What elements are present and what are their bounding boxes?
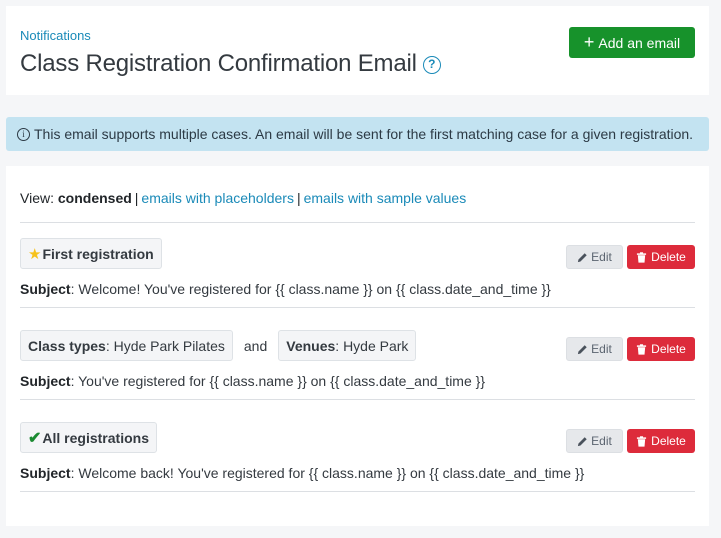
info-circle-icon: i <box>17 127 30 141</box>
divider <box>20 491 695 492</box>
condition-value: Hyde Park <box>343 337 409 354</box>
subject-text: Welcome back! You've registered for {{ c… <box>78 465 585 481</box>
header-card: Notifications Class Registration Confirm… <box>6 6 709 95</box>
delete-button[interactable]: Delete <box>627 429 695 453</box>
edit-button[interactable]: Edit <box>566 429 623 453</box>
subject-label: Subject <box>20 281 71 297</box>
question-circle-icon[interactable]: ? <box>422 56 441 74</box>
view-current-condensed: condensed <box>57 190 132 206</box>
edit-label: Edit <box>591 434 612 448</box>
case-actions: Edit Delete <box>566 245 695 269</box>
trash-icon <box>637 343 647 355</box>
edit-button[interactable]: Edit <box>566 337 623 361</box>
condition-label: All registrations <box>42 429 149 446</box>
add-email-label: Add an email <box>598 34 681 51</box>
delete-label: Delete <box>651 434 686 448</box>
case-actions: Edit Delete <box>566 337 695 361</box>
view-separator: | <box>134 190 139 206</box>
subject-text: You've registered for {{ class.name }} o… <box>78 373 485 389</box>
check-icon: ✔ <box>28 429 42 447</box>
case-subject: Subject: Welcome! You've registered for … <box>20 281 551 297</box>
email-cases-card: View: condensed | emails with placeholders… <box>6 166 709 526</box>
email-case-all-registrations: ✔ All registrations Edit Delete Subject:… <box>20 422 695 514</box>
add-email-button[interactable]: + Add an email <box>569 27 695 58</box>
subject-label: Subject <box>20 373 71 389</box>
condition-tag: ★ First registration <box>20 238 162 269</box>
divider <box>20 399 695 400</box>
view-option-sample-values[interactable]: emails with sample values <box>304 190 467 206</box>
delete-label: Delete <box>651 250 686 264</box>
page-title: Class Registration Confirmation Email? <box>20 50 441 78</box>
pencil-icon <box>578 344 587 354</box>
breadcrumb-notifications[interactable]: Notifications <box>20 28 91 43</box>
plus-icon: + <box>583 31 595 52</box>
star-icon: ★ <box>28 245 42 263</box>
condition-conjunction: and <box>243 337 268 354</box>
view-switcher: View: condensed | emails with placeholders… <box>20 190 466 206</box>
edit-label: Edit <box>591 250 612 264</box>
email-case-first-registration: ★ First registration Edit Delete Subject… <box>20 238 695 330</box>
condition-tag-class-types: Class types: Hyde Park Pilates <box>20 330 233 361</box>
case-actions: Edit Delete <box>566 429 695 453</box>
delete-label: Delete <box>651 342 686 356</box>
case-conditions: ★ First registration <box>20 238 162 269</box>
divider <box>20 222 695 223</box>
condition-tag-venues: Venues: Hyde Park <box>278 330 417 361</box>
trash-icon <box>637 435 647 447</box>
subject-text: Welcome! You've registered for {{ class.… <box>78 281 551 297</box>
view-separator: | <box>296 190 301 206</box>
condition-label: First registration <box>42 245 154 262</box>
delete-button[interactable]: Delete <box>627 337 695 361</box>
edit-label: Edit <box>591 342 612 356</box>
edit-button[interactable]: Edit <box>566 245 623 269</box>
subject-label: Subject <box>20 465 71 481</box>
case-subject: Subject: You've registered for {{ class.… <box>20 373 485 389</box>
pencil-icon <box>578 252 587 262</box>
condition-tag: ✔ All registrations <box>20 422 157 453</box>
view-option-placeholders[interactable]: emails with placeholders <box>141 190 294 206</box>
info-alert: i This email supports multiple cases. An… <box>6 117 709 151</box>
divider <box>20 307 695 308</box>
info-alert-text: This email supports multiple cases. An e… <box>34 126 694 142</box>
delete-button[interactable]: Delete <box>627 245 695 269</box>
case-conditions: ✔ All registrations <box>20 422 157 453</box>
case-conditions: Class types: Hyde Park Pilates and Venue… <box>20 330 417 361</box>
condition-value: Hyde Park Pilates <box>113 337 225 354</box>
condition-key: Venues <box>286 337 336 354</box>
email-case-class-venue: Class types: Hyde Park Pilates and Venue… <box>20 330 695 422</box>
case-subject: Subject: Welcome back! You've registered… <box>20 465 585 481</box>
condition-key: Class types <box>28 337 106 354</box>
trash-icon <box>637 251 647 263</box>
view-label: View: <box>20 190 54 206</box>
page-title-text: Class Registration Confirmation Email <box>20 50 417 77</box>
pencil-icon <box>578 436 587 446</box>
